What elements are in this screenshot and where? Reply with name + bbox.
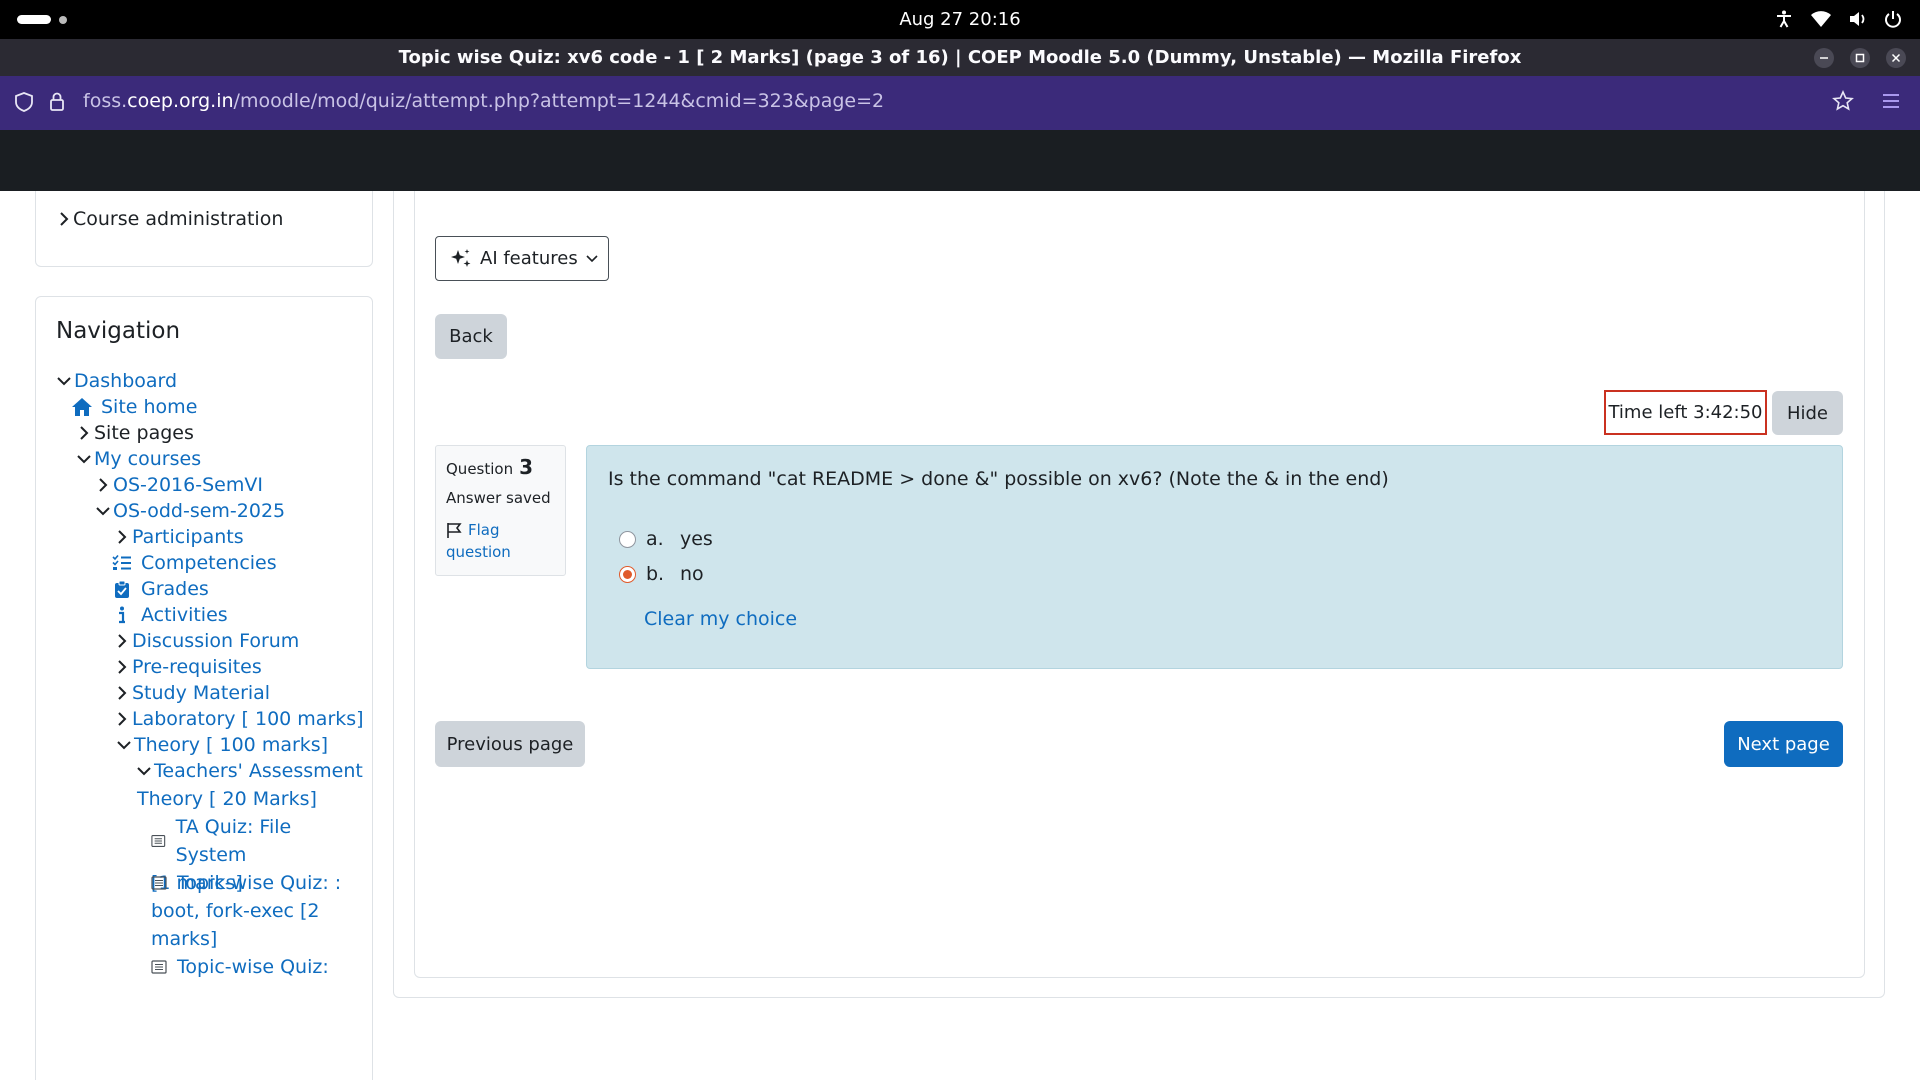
minimize-icon [1820, 57, 1828, 59]
list-check-icon [112, 555, 131, 570]
nav-site-home[interactable]: Site home [71, 396, 197, 418]
quiz-timer: Time left 3:42:50 [1604, 390, 1767, 435]
nav-activities[interactable]: Activities [111, 604, 228, 626]
url-bar[interactable]: foss.coep.org.in/moodle/mod/quiz/attempt… [0, 76, 1920, 130]
nav-dashboard[interactable]: Dashboard [56, 370, 177, 392]
nav-grades[interactable]: Grades [111, 578, 209, 600]
nav-theory[interactable]: Theory [ 100 marks] [116, 734, 328, 756]
flag-question-link[interactable]: Flag question [446, 519, 555, 563]
power-icon [1884, 10, 1902, 28]
minimize-button[interactable] [1814, 48, 1834, 68]
page-content: Course administration Navigation Dashboa… [0, 191, 1920, 1080]
nav-prerequisites[interactable]: Pre-requisites [114, 656, 262, 678]
course-administration-link[interactable]: Course administration [57, 208, 283, 230]
question-text: Is the command "cat README > done &" pos… [608, 468, 1389, 490]
menu-hamburger-icon[interactable] [1882, 93, 1900, 109]
quiz-icon [151, 876, 167, 890]
lock-icon[interactable] [48, 91, 66, 113]
maximize-icon [1855, 53, 1865, 63]
nav-competencies[interactable]: Competencies [111, 552, 277, 574]
question-content: Is the command "cat README > done &" pos… [586, 445, 1843, 669]
nav-participants[interactable]: Participants [114, 526, 244, 548]
chevron-right-icon [118, 712, 127, 726]
quiz-icon [151, 960, 167, 974]
question-state: Answer saved [446, 489, 551, 507]
url-text[interactable]: foss.coep.org.in/moodle/mod/quiz/attempt… [83, 90, 884, 112]
next-page-button[interactable]: Next page [1724, 721, 1843, 767]
window-title: Topic wise Quiz: xv6 code - 1 [ 2 Marks]… [398, 47, 1522, 68]
nav-discussion-forum[interactable]: Discussion Forum [114, 630, 299, 652]
volume-icon [1848, 10, 1868, 28]
system-tray[interactable] [1774, 9, 1902, 29]
radio-option-b[interactable] [619, 565, 636, 583]
maximize-button[interactable] [1850, 48, 1870, 68]
browser-title-bar: Topic wise Quiz: xv6 code - 1 [ 2 Marks]… [0, 39, 1920, 76]
back-button[interactable]: Back [435, 314, 507, 359]
answer-option-b[interactable]: b. no [619, 563, 704, 585]
moodle-navbar [0, 130, 1920, 191]
chevron-down-icon [137, 767, 151, 776]
chevron-down-icon [77, 455, 91, 464]
chevron-right-icon [118, 660, 127, 674]
nav-my-courses[interactable]: My courses [76, 448, 201, 470]
chevron-right-icon [99, 478, 108, 492]
clear-choice-link[interactable]: Clear my choice [644, 608, 797, 630]
accessibility-icon[interactable] [1774, 9, 1794, 29]
chevron-right-icon [118, 634, 127, 648]
chevron-right-icon [60, 212, 69, 226]
sparkle-icon [451, 248, 471, 267]
close-icon [1891, 53, 1901, 63]
chevron-right-icon [118, 686, 127, 700]
nav-study-material[interactable]: Study Material [114, 682, 270, 704]
flag-icon [447, 523, 462, 538]
chevron-down-icon [96, 507, 110, 516]
question-info: Question 3 Answer saved Flag question [435, 445, 566, 576]
answer-option-a[interactable]: a. yes [619, 528, 713, 550]
nav-teachers-assessment-line2[interactable]: Theory [ 20 Marks] [137, 785, 317, 813]
question-number: 3 [519, 455, 534, 479]
quiz-icon [151, 834, 166, 848]
system-top-bar: Aug 27 20:16 [0, 0, 1920, 39]
nav-teachers-assessment[interactable]: Teachers' Assessment [136, 760, 363, 782]
chevron-right-icon [118, 530, 127, 544]
chevron-down-icon [57, 377, 71, 386]
system-clock[interactable]: Aug 27 20:16 [0, 9, 1920, 30]
nav-course-osodd[interactable]: OS-odd-sem-2025 [95, 500, 285, 522]
wifi-icon [1810, 10, 1832, 28]
clipboard-icon [115, 580, 129, 598]
radio-option-a[interactable] [619, 530, 636, 548]
info-icon [119, 606, 125, 624]
nav-course-os2016[interactable]: OS-2016-SemVI [95, 474, 263, 496]
chevron-right-icon [80, 426, 89, 440]
nav-site-pages[interactable]: Site pages [76, 422, 194, 444]
chevron-down-icon [117, 741, 131, 750]
previous-page-button[interactable]: Previous page [435, 721, 585, 767]
nav-topic-wise-quiz-boot[interactable]: Topic-wise Quiz: : boot, fork-exec [2 ma… [151, 869, 351, 953]
bookmark-star-icon[interactable] [1832, 90, 1854, 112]
ai-features-dropdown[interactable]: AI features [435, 236, 609, 281]
hide-timer-button[interactable]: Hide [1772, 391, 1843, 435]
chevron-down-icon [586, 254, 598, 262]
close-window-button[interactable] [1886, 48, 1906, 68]
question-label: Question [446, 460, 514, 478]
home-icon [72, 398, 92, 416]
nav-topic-wise-quiz-2[interactable]: Topic-wise Quiz: [151, 953, 351, 981]
nav-laboratory[interactable]: Laboratory [ 100 marks] [114, 708, 364, 730]
navigation-heading: Navigation [56, 318, 181, 344]
tracking-protection-shield-icon[interactable] [14, 91, 34, 113]
